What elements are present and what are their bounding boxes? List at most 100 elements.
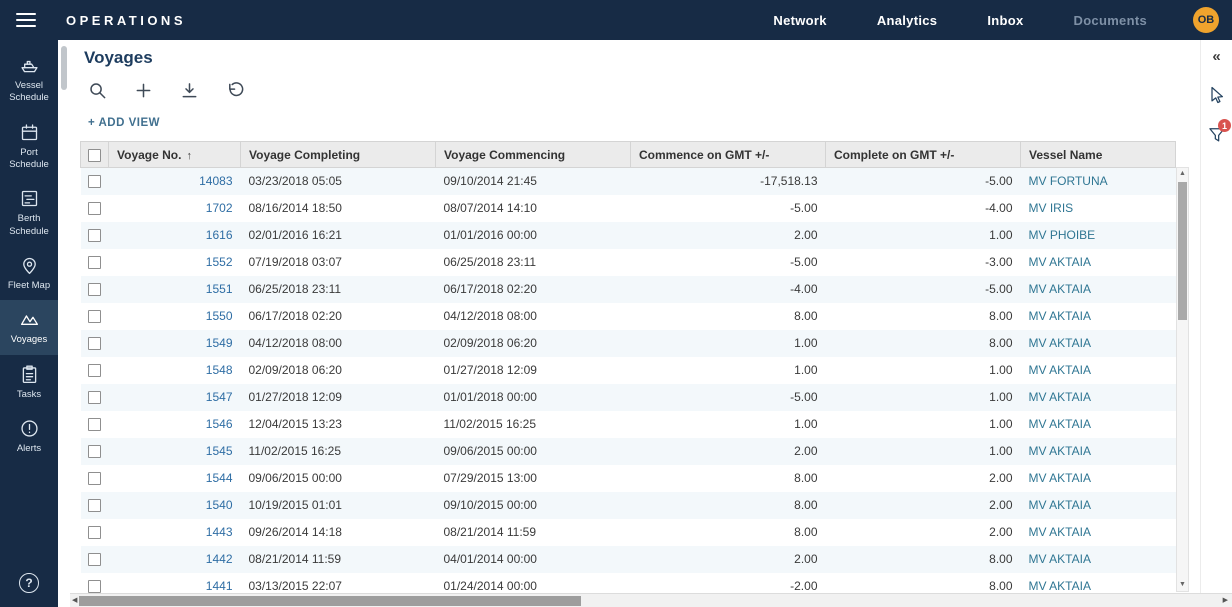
voyage-number-link[interactable]: 1548 — [206, 363, 233, 377]
horizontal-scrollbar[interactable]: ◀ ▶ — [70, 593, 1232, 607]
sidebar-item-port-schedule[interactable]: Port Schedule — [0, 113, 58, 180]
voyage-completing-cell: 02/09/2018 06:20 — [241, 357, 436, 384]
voyage-number-link[interactable]: 1540 — [206, 498, 233, 512]
select-all-header[interactable] — [81, 142, 109, 168]
voyage-number-link[interactable]: 1443 — [206, 525, 233, 539]
voyage-number-link[interactable]: 1441 — [206, 579, 233, 593]
undo-icon[interactable] — [226, 81, 245, 100]
search-icon[interactable] — [88, 81, 107, 100]
add-icon[interactable] — [134, 81, 153, 100]
table-row[interactable]: 1702 08/16/2014 18:50 08/07/2014 14:10 -… — [81, 195, 1176, 222]
table-row[interactable]: 1552 07/19/2018 03:07 06/25/2018 23:11 -… — [81, 249, 1176, 276]
vertical-scrollbar-thumb[interactable] — [1178, 182, 1187, 320]
table-row[interactable]: 1544 09/06/2015 00:00 07/29/2015 13:00 8… — [81, 465, 1176, 492]
voyage-number-link[interactable]: 1545 — [206, 444, 233, 458]
complete-gmt-cell: 1.00 — [826, 411, 1021, 438]
scroll-down-icon[interactable]: ▼ — [1177, 580, 1188, 590]
voyage-number-link[interactable]: 1552 — [206, 255, 233, 269]
sidebar-item-voyages[interactable]: Voyages — [0, 300, 58, 354]
user-avatar[interactable]: OB — [1193, 7, 1219, 33]
sidebar-item-berth-schedule[interactable]: Berth Schedule — [0, 179, 58, 246]
commence-gmt-cell: -2.00 — [631, 573, 826, 594]
voyage-number-link[interactable]: 1702 — [206, 201, 233, 215]
nav-item-network[interactable]: Network — [773, 13, 826, 28]
column-complete-gmt[interactable]: Complete on GMT +/- — [826, 142, 1021, 168]
row-checkbox[interactable] — [88, 364, 101, 377]
table-vertical-scrollbar[interactable]: ▲ ▼ — [1176, 167, 1189, 592]
row-checkbox[interactable] — [88, 283, 101, 296]
complete-gmt-cell: 8.00 — [826, 546, 1021, 573]
voyage-number-link[interactable]: 14083 — [199, 174, 232, 188]
row-checkbox[interactable] — [88, 202, 101, 215]
row-checkbox-cell — [81, 222, 109, 249]
scroll-right-icon[interactable]: ▶ — [1223, 594, 1228, 607]
voyage-commencing-cell: 01/01/2018 00:00 — [436, 384, 631, 411]
row-checkbox[interactable] — [88, 526, 101, 539]
row-checkbox[interactable] — [88, 472, 101, 485]
row-checkbox-cell — [81, 303, 109, 330]
row-checkbox[interactable] — [88, 310, 101, 323]
row-checkbox[interactable] — [88, 229, 101, 242]
column-voyage-completing[interactable]: Voyage Completing — [241, 142, 436, 168]
row-checkbox[interactable] — [88, 418, 101, 431]
nav-item-inbox[interactable]: Inbox — [987, 13, 1023, 28]
voyages-icon — [19, 309, 40, 330]
row-checkbox[interactable] — [88, 580, 101, 593]
sidebar-item-vessel-schedule[interactable]: Vessel Schedule — [0, 46, 58, 113]
voyage-number-link[interactable]: 1546 — [206, 417, 233, 431]
voyage-number-link[interactable]: 1550 — [206, 309, 233, 323]
select-all-checkbox[interactable] — [88, 149, 101, 162]
collapse-panel-icon[interactable]: « — [1201, 48, 1232, 65]
tasks-clipboard-icon — [19, 364, 40, 385]
voyage-number-link[interactable]: 1544 — [206, 471, 233, 485]
voyage-number-link[interactable]: 1551 — [206, 282, 233, 296]
voyage-completing-cell: 10/19/2015 01:01 — [241, 492, 436, 519]
row-checkbox[interactable] — [88, 499, 101, 512]
row-checkbox[interactable] — [88, 553, 101, 566]
table-row[interactable]: 1540 10/19/2015 01:01 09/10/2015 00:00 8… — [81, 492, 1176, 519]
horizontal-scrollbar-thumb[interactable] — [79, 596, 581, 606]
voyage-number-link[interactable]: 1547 — [206, 390, 233, 404]
table-row[interactable]: 1545 11/02/2015 16:25 09/06/2015 00:00 2… — [81, 438, 1176, 465]
column-voyage-no[interactable]: Voyage No.↑ — [109, 142, 241, 168]
table-row[interactable]: 1441 03/13/2015 22:07 01/24/2014 00:00 -… — [81, 573, 1176, 594]
row-checkbox[interactable] — [88, 175, 101, 188]
column-voyage-commencing[interactable]: Voyage Commencing — [436, 142, 631, 168]
pointer-tool[interactable] — [1201, 85, 1232, 105]
voyage-number-link[interactable]: 1442 — [206, 552, 233, 566]
voyage-number-link[interactable]: 1549 — [206, 336, 233, 350]
add-view-button[interactable]: + ADD VIEW — [88, 117, 160, 129]
column-vessel-name[interactable]: Vessel Name — [1021, 142, 1176, 168]
table-row[interactable]: 14083 03/23/2018 05:05 09/10/2014 21:45 … — [81, 168, 1176, 195]
sidebar-scrollbar-thumb[interactable] — [61, 46, 67, 90]
nav-item-documents[interactable]: Documents — [1074, 13, 1148, 28]
download-icon[interactable] — [180, 81, 199, 100]
table-row[interactable]: 1549 04/12/2018 08:00 02/09/2018 06:20 1… — [81, 330, 1176, 357]
sidebar-item-fleet-map[interactable]: Fleet Map — [0, 246, 58, 300]
table-row[interactable]: 1548 02/09/2018 06:20 01/27/2018 12:09 1… — [81, 357, 1176, 384]
table-row[interactable]: 1443 09/26/2014 14:18 08/21/2014 11:59 8… — [81, 519, 1176, 546]
row-checkbox[interactable] — [88, 256, 101, 269]
voyage-number-link[interactable]: 1616 — [206, 228, 233, 242]
table-row[interactable]: 1442 08/21/2014 11:59 04/01/2014 00:00 2… — [81, 546, 1176, 573]
column-commence-gmt[interactable]: Commence on GMT +/- — [631, 142, 826, 168]
scroll-left-icon[interactable]: ◀ — [72, 594, 77, 607]
row-checkbox[interactable] — [88, 391, 101, 404]
sidebar-item-tasks[interactable]: Tasks — [0, 355, 58, 409]
hamburger-menu-icon[interactable] — [16, 13, 36, 27]
row-checkbox[interactable] — [88, 445, 101, 458]
table-row[interactable]: 1551 06/25/2018 23:11 06/17/2018 02:20 -… — [81, 276, 1176, 303]
table-row[interactable]: 1546 12/04/2015 13:23 11/02/2015 16:25 1… — [81, 411, 1176, 438]
scroll-up-icon[interactable]: ▲ — [1177, 169, 1188, 179]
table-row[interactable]: 1550 06/17/2018 02:20 04/12/2018 08:00 8… — [81, 303, 1176, 330]
nav-item-analytics[interactable]: Analytics — [877, 13, 938, 28]
table-row[interactable]: 1616 02/01/2016 16:21 01/01/2016 00:00 2… — [81, 222, 1176, 249]
row-checkbox-cell — [81, 411, 109, 438]
help-icon[interactable]: ? — [19, 573, 39, 593]
voyage-completing-cell: 06/17/2018 02:20 — [241, 303, 436, 330]
row-checkbox[interactable] — [88, 337, 101, 350]
sidebar-item-alerts[interactable]: Alerts — [0, 409, 58, 463]
table-row[interactable]: 1547 01/27/2018 12:09 01/01/2018 00:00 -… — [81, 384, 1176, 411]
commence-gmt-cell: 2.00 — [631, 546, 826, 573]
filter-tool[interactable]: 1 — [1201, 125, 1232, 145]
